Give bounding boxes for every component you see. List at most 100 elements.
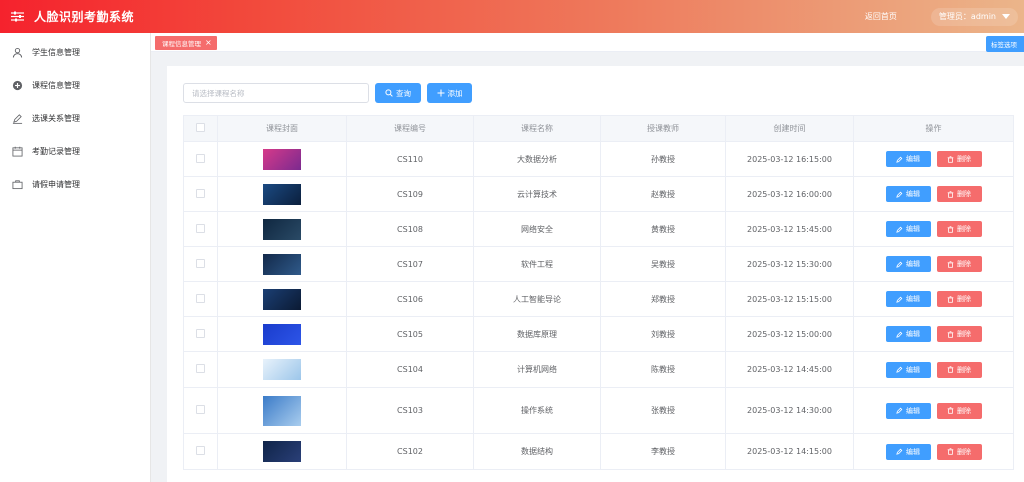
column-header-cover: 课程封面 <box>217 115 347 142</box>
delete-button[interactable]: 删除 <box>936 291 982 307</box>
select-all-checkbox[interactable] <box>196 123 205 132</box>
search-button[interactable]: 查询 <box>375 83 421 103</box>
course-name-search-input[interactable] <box>183 83 369 103</box>
delete-button[interactable]: 删除 <box>936 221 982 237</box>
edit-button-label: 编辑 <box>906 155 920 163</box>
row-checkbox[interactable] <box>196 153 205 163</box>
row-checkbox[interactable] <box>196 364 205 373</box>
sidebar-item-enrollments[interactable]: 选课关系管理 <box>0 102 150 135</box>
delete-button[interactable]: 删除 <box>936 443 982 460</box>
table-row: CS106 人工智能导论 郑教授 2025-03-12 15:15:00 编辑 删除 <box>183 281 1014 317</box>
course-cover-image <box>263 253 301 275</box>
course-code-cell: CS103 <box>346 387 474 434</box>
close-icon[interactable]: × <box>205 39 212 47</box>
sidebar: 学生信息管理 课程信息管理 选课关系管理 考勤记录管理 请假申请管理 <box>0 33 151 482</box>
edit-button[interactable]: 编辑 <box>885 402 931 419</box>
delete-button[interactable]: 删除 <box>936 256 982 272</box>
course-cover-image <box>263 359 301 380</box>
column-header-actions: 操作 <box>853 115 1014 142</box>
caret-down-icon <box>1002 14 1010 19</box>
cover-cell <box>217 176 347 212</box>
tags-options-button[interactable]: 标签选项 <box>986 36 1024 52</box>
row-checkbox[interactable] <box>196 188 205 198</box>
row-checkbox[interactable] <box>196 446 205 455</box>
delete-button[interactable]: 删除 <box>936 361 982 378</box>
table-row: CS103 操作系统 张教授 2025-03-12 14:30:00 编辑 删除 <box>183 387 1014 434</box>
edit-button[interactable]: 编辑 <box>885 326 931 342</box>
sidebar-item-courses[interactable]: 课程信息管理 <box>0 69 150 102</box>
home-link[interactable]: 返回首页 <box>865 11 897 22</box>
edit-icon <box>896 191 903 198</box>
row-checkbox[interactable] <box>196 223 205 233</box>
add-button[interactable]: 添加 <box>427 83 472 103</box>
created-time-cell: 2025-03-12 15:15:00 <box>725 281 854 317</box>
edit-icon <box>896 448 903 455</box>
admin-dropdown[interactable]: 管理员：admin <box>930 7 1018 26</box>
sliders-icon <box>10 11 24 22</box>
sidebar-item-label: 请假申请管理 <box>32 180 80 189</box>
trash-icon <box>947 225 954 233</box>
delete-button-label: 删除 <box>957 155 971 163</box>
row-checkbox[interactable] <box>196 328 205 338</box>
edit-button[interactable]: 编辑 <box>885 221 931 237</box>
edit-button[interactable]: 编辑 <box>885 291 931 307</box>
row-checkbox[interactable] <box>196 293 205 303</box>
sidebar-item-label: 学生信息管理 <box>32 48 80 57</box>
edit-icon <box>896 261 903 268</box>
edit-icon <box>896 156 903 163</box>
sidebar-item-attendance[interactable]: 考勤记录管理 <box>0 135 150 168</box>
edit-button-label: 编辑 <box>906 295 920 303</box>
edit-icon <box>896 366 903 373</box>
column-header-teacher: 授课教师 <box>600 115 726 142</box>
delete-button[interactable]: 删除 <box>936 151 982 167</box>
actions-cell: 编辑 删除 <box>853 176 1014 212</box>
edit-button-label: 编辑 <box>906 406 920 415</box>
teacher-cell: 孙教授 <box>600 141 726 177</box>
admin-label: 管理员：admin <box>938 12 996 21</box>
row-checkbox-cell <box>183 176 218 212</box>
column-header-code: 课程编号 <box>346 115 474 142</box>
course-name-cell: 云计算技术 <box>473 176 601 212</box>
edit-button[interactable]: 编辑 <box>885 151 931 167</box>
created-time-cell: 2025-03-12 14:45:00 <box>725 351 854 388</box>
edit-button-label: 编辑 <box>906 365 920 374</box>
delete-button-label: 删除 <box>957 406 971 415</box>
sidebar-item-leave[interactable]: 请假申请管理 <box>0 168 150 201</box>
main-card: 查询 添加 课程封面 课程编号 课程名称 授课教师 创建时间 操作 <box>167 66 1024 482</box>
created-time-cell: 2025-03-12 14:30:00 <box>725 387 854 434</box>
row-checkbox[interactable] <box>196 258 205 268</box>
menu-toggle-button[interactable] <box>0 0 34 33</box>
row-checkbox-cell <box>183 351 218 388</box>
edit-button[interactable]: 编辑 <box>885 256 931 272</box>
trash-icon <box>947 190 954 198</box>
edit-button[interactable]: 编辑 <box>885 361 931 378</box>
trash-icon <box>947 366 954 373</box>
row-checkbox[interactable] <box>196 405 205 414</box>
teacher-cell: 吴教授 <box>600 246 726 282</box>
table-row: CS110 大数据分析 孙教授 2025-03-12 16:15:00 编辑 删除 <box>183 141 1014 177</box>
created-time-cell: 2025-03-12 16:00:00 <box>725 176 854 212</box>
delete-button[interactable]: 删除 <box>936 326 982 342</box>
edit-button[interactable]: 编辑 <box>885 186 931 202</box>
active-tag[interactable]: 课程信息管理 × <box>155 36 217 50</box>
row-checkbox-cell <box>183 281 218 317</box>
table-row: CS105 数据库原理 刘教授 2025-03-12 15:00:00 编辑 删除 <box>183 316 1014 352</box>
course-cover-image <box>263 183 301 205</box>
sidebar-item-students[interactable]: 学生信息管理 <box>0 36 150 69</box>
calendar-icon <box>11 146 23 158</box>
user-icon <box>11 47 23 59</box>
delete-button[interactable]: 删除 <box>936 402 982 419</box>
cover-cell <box>217 316 347 352</box>
edit-button[interactable]: 编辑 <box>885 443 931 460</box>
delete-button[interactable]: 删除 <box>936 186 982 202</box>
course-name-cell: 人工智能导论 <box>473 281 601 317</box>
trash-icon <box>947 295 954 303</box>
delete-button-label: 删除 <box>957 190 971 198</box>
course-name-cell: 计算机网络 <box>473 351 601 388</box>
delete-button-label: 删除 <box>957 295 971 303</box>
add-button-label: 添加 <box>447 88 463 98</box>
edit-icon <box>896 407 903 414</box>
trash-icon <box>947 448 954 455</box>
trash-icon <box>947 330 954 338</box>
sidebar-item-label: 考勤记录管理 <box>32 147 80 156</box>
